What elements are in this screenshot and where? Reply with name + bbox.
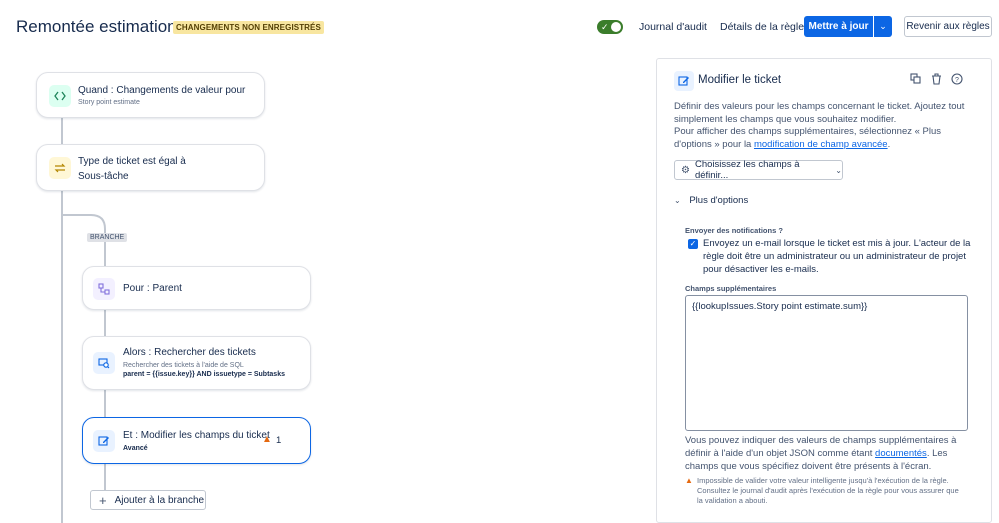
notify-label: Envoyer des notifications ? (685, 226, 783, 235)
flow-connector (104, 310, 106, 336)
chevron-down-icon: ⌄ (674, 196, 681, 205)
add-to-branch-button[interactable]: + Ajouter à la branche (90, 490, 206, 510)
search-tickets-icon (93, 352, 115, 374)
add-to-branch-label: Ajouter à la branche (114, 494, 205, 506)
svg-text:?: ? (955, 77, 959, 84)
edit-fields-subtitle: Avancé (123, 445, 148, 452)
condition-title: Type de ticket est égal à (78, 156, 186, 167)
header: Remontée estimation CHANGEMENTS NON ENRE… (0, 0, 999, 56)
warning-icon: ▲ (685, 476, 693, 485)
extra-fields-label: Champs supplémentaires (685, 284, 777, 293)
warning-count: 1 (276, 435, 282, 446)
update-dropdown-button[interactable]: ⌄ (874, 16, 892, 37)
trash-icon[interactable] (931, 73, 942, 88)
plus-icon: + (99, 492, 107, 508)
help-icon[interactable]: ? (951, 73, 963, 88)
extra-fields-help: Vous pouvez indiquer des valeurs de cham… (685, 434, 969, 473)
condition-node[interactable]: Type de ticket est égal à Sous-tâche (36, 144, 265, 191)
audit-log-link[interactable]: Journal d'audit (639, 21, 707, 33)
rule-enabled-toggle[interactable]: ✓ (597, 20, 623, 34)
warning-icon: ▲ (262, 434, 272, 445)
advanced-edit-link[interactable]: modification de champ avancée (754, 139, 888, 150)
branch-tag: BRANCHE (87, 233, 128, 242)
edit-ticket-panel: Modifier le ticket ? Définir des valeurs… (656, 58, 992, 523)
chevron-down-icon: ⌄ (879, 21, 887, 31)
trigger-subtitle: Story point estimate (78, 99, 140, 106)
trigger-title: Quand : Changements de valeur pour (78, 85, 246, 96)
search-tickets-node[interactable]: Alors : Rechercher des tickets Recherche… (82, 336, 311, 390)
branch-for-node[interactable]: Pour : Parent (82, 266, 311, 310)
copy-icon[interactable] (910, 73, 921, 87)
check-icon: ✓ (601, 22, 609, 32)
extra-fields-textarea[interactable]: {{lookupIssues.Story point estimate.sum}… (685, 295, 968, 431)
validation-warning: Impossible de valider votre valeur intel… (697, 476, 959, 505)
condition-icon (49, 157, 71, 179)
edit-icon (93, 430, 115, 452)
panel-description-2-end: . (887, 139, 891, 150)
branch-icon (93, 278, 115, 300)
trigger-icon (49, 85, 71, 107)
branch-for-title: Pour : Parent (123, 283, 182, 294)
gear-icon: ⚙ (681, 164, 690, 176)
unsaved-badge: CHANGEMENTS NON ENREGISTRÉS (173, 21, 324, 34)
panel-description-2: Pour afficher des champs supplémentaires… (674, 125, 974, 151)
flow-connector (104, 464, 106, 490)
more-options-toggle[interactable]: ⌄ Plus d'options (674, 195, 748, 206)
more-options-label: Plus d'options (689, 195, 749, 206)
chevron-down-icon: ⌄ (835, 165, 842, 175)
edit-fields-node[interactable]: Et : Modifier les champs du ticket Avanc… (82, 417, 311, 464)
page-title: Remontée estimation (16, 17, 177, 36)
flow-connector (104, 390, 106, 417)
notify-text: Envoyez un e-mail lorsque le ticket est … (703, 238, 971, 275)
documentation-link[interactable]: documentés (875, 448, 927, 459)
search-tickets-query: parent = {{issue.key}} AND issuetype = S… (123, 371, 285, 378)
edit-fields-title: Et : Modifier les champs du ticket (123, 430, 270, 441)
rule-details-link[interactable]: Détails de la règle (720, 21, 804, 33)
choose-fields-label: Choisissez les champs à définir... (694, 159, 800, 181)
panel-description-1: Définir des valeurs pour les champs conc… (674, 101, 965, 125)
condition-subtitle: Sous-tâche (78, 171, 129, 182)
update-button[interactable]: Mettre à jour (804, 16, 873, 37)
choose-fields-select[interactable]: ⚙ Choisissez les champs à définir... ⌄ (674, 159, 843, 181)
toggle-knob (611, 22, 621, 32)
notify-checkbox[interactable]: ✓ (688, 239, 698, 249)
revert-button[interactable]: Revenir aux règles (904, 16, 992, 37)
trigger-node[interactable]: Quand : Changements de valeur pour Story… (36, 72, 265, 118)
search-tickets-subtitle: Rechercher des tickets à l'aide de SQL (123, 362, 244, 369)
flow-connector (104, 254, 106, 266)
edit-icon (674, 71, 694, 91)
panel-title: Modifier le ticket (698, 74, 782, 86)
search-tickets-title: Alors : Rechercher des tickets (123, 347, 256, 358)
flow-connector (61, 118, 63, 144)
